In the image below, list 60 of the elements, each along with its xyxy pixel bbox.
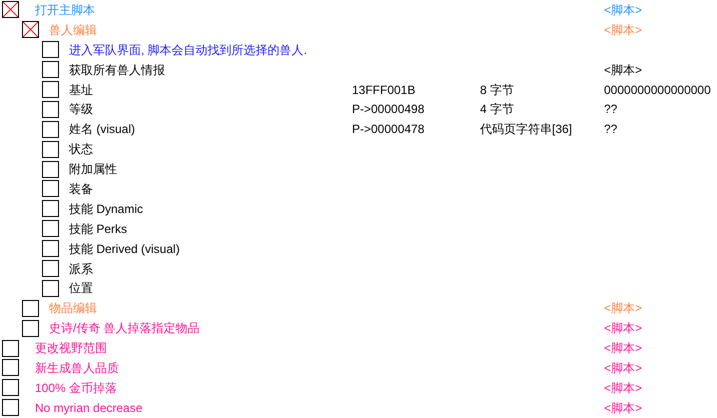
checkbox[interactable]	[42, 280, 59, 297]
entry-description: 装备	[68, 180, 94, 198]
value-text: ??	[604, 101, 618, 118]
address-text: P->00000478	[352, 122, 424, 136]
entry-description: 等级	[68, 101, 94, 118]
entry-description: 100% 金币掉落	[34, 380, 118, 397]
entry-description: 技能 Perks	[68, 220, 128, 238]
entry-description: 更改视野范围	[34, 340, 108, 358]
checkbox[interactable]	[2, 379, 19, 396]
entry-description: No myrian decrease	[34, 400, 144, 417]
checkbox[interactable]	[42, 260, 59, 278]
checkbox[interactable]	[42, 61, 59, 78]
value-text: <脚本>	[604, 360, 642, 377]
checkbox[interactable]	[2, 399, 19, 416]
value-text: <脚本>	[604, 380, 642, 397]
checkbox[interactable]	[42, 81, 59, 98]
checkbox[interactable]	[42, 41, 59, 58]
entry-description: 附加属性	[68, 161, 118, 178]
checkbox[interactable]	[2, 1, 19, 18]
value-text: <脚本>	[604, 320, 642, 338]
entry-description: 史诗/传奇 兽人掉落指定物品	[48, 320, 201, 338]
entry-description: 打开主脚本	[34, 2, 96, 19]
checkbox[interactable]	[42, 100, 59, 118]
entry-description: 获取所有兽人情报	[68, 62, 166, 79]
value-text: <脚本>	[604, 300, 642, 318]
value-text: <脚本>	[604, 340, 642, 358]
checkbox[interactable]	[42, 200, 59, 218]
entry-description: 进入军队界面, 脚本会自动找到所选择的兽人.	[68, 42, 308, 59]
checkbox[interactable]	[42, 120, 59, 138]
entry-description: 状态	[68, 141, 94, 158]
value-text: <脚本>	[604, 2, 642, 19]
address-text: P->00000498	[352, 102, 424, 116]
checkbox[interactable]	[42, 240, 59, 258]
value-text: <脚本>	[604, 22, 642, 39]
checkbox[interactable]	[42, 140, 59, 158]
type-text: 代码页字符串[36]	[480, 122, 572, 136]
value-text: <脚本>	[604, 400, 642, 417]
checkbox[interactable]	[22, 300, 39, 317]
value-text: ??	[604, 121, 618, 138]
value-text: 0000000000000000	[604, 82, 711, 98]
entry-description: 派系	[68, 260, 94, 278]
type-text: 4 字节	[480, 102, 514, 116]
checkbox[interactable]	[42, 180, 59, 198]
entry-description: 兽人编辑	[48, 22, 98, 39]
entry-description: 技能 Dynamic	[68, 200, 144, 218]
checkbox[interactable]	[42, 220, 59, 238]
entry-description: 技能 Derived (visual)	[68, 240, 181, 258]
address-text: 13FFF001B	[352, 82, 416, 96]
entry-description: 新生成兽人品质	[34, 360, 120, 377]
type-text: 8 字节	[480, 82, 514, 96]
entry-description: 物品编辑	[48, 300, 98, 318]
checkbox[interactable]	[22, 320, 39, 337]
value-text: <脚本>	[604, 62, 642, 79]
entry-description: 基址	[68, 82, 94, 98]
checkbox[interactable]	[2, 359, 19, 376]
checkbox[interactable]	[42, 160, 59, 178]
checkbox[interactable]	[22, 21, 39, 38]
entry-description: 姓名 (visual)	[68, 121, 136, 138]
checkbox[interactable]	[2, 340, 19, 357]
entry-description: 位置	[68, 280, 94, 298]
